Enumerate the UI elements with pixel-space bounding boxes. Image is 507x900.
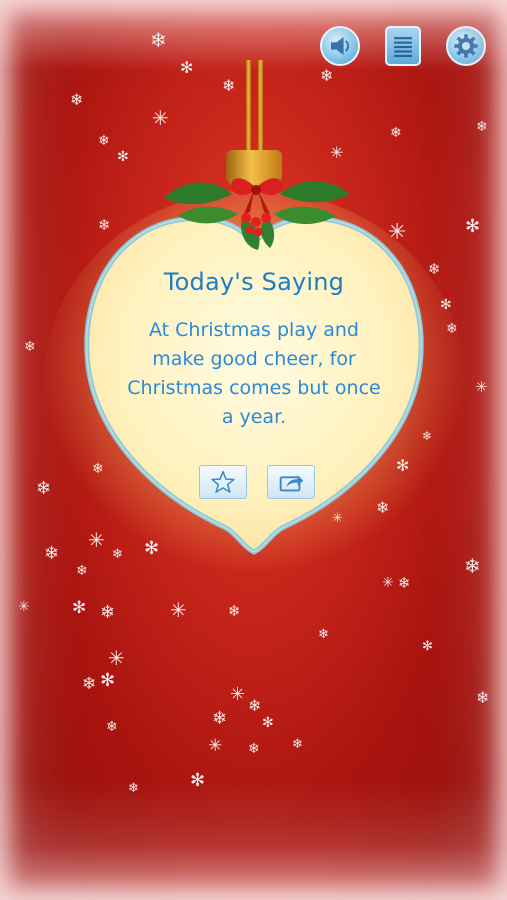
snowflake-icon: ❄ [76, 563, 88, 579]
sound-button[interactable] [320, 26, 360, 66]
snowflake-icon: ❄ [248, 696, 262, 715]
snowflake-icon: ✳ [230, 684, 246, 705]
snowflake-icon: ❄ [70, 90, 84, 109]
snowflake-icon: ✻ [262, 715, 274, 731]
settings-button[interactable] [446, 26, 486, 66]
snowflake-icon: ✻ [180, 58, 194, 77]
snowflake-icon: ❄ [320, 66, 334, 85]
snowflake-icon: ❄ [446, 321, 458, 337]
snowflake-icon: ✳ [208, 736, 223, 756]
snowflake-icon: ❄ [106, 719, 118, 735]
snowflake-icon: ❄ [318, 627, 329, 642]
snowflake-icon: ❄ [222, 76, 236, 95]
snowflake-icon: ❄ [292, 737, 303, 752]
snowflake-icon: ✻ [100, 670, 116, 691]
frost-bottom-edge [0, 780, 507, 900]
card-title: Today's Saying [163, 268, 345, 296]
snowflake-icon: ✻ [190, 770, 206, 791]
snowflake-icon: ❄ [398, 574, 411, 592]
snowflake-icon: ❄ [476, 688, 490, 707]
snowflake-icon: ❄ [128, 781, 139, 796]
snowflake-icon: ✻ [422, 639, 433, 654]
snowflake-icon: ❄ [228, 602, 241, 620]
snowflake-icon: ❄ [100, 602, 116, 623]
frost-top-edge [0, 0, 507, 70]
snowflake-icon: ✻ [117, 149, 129, 165]
snowflake-icon: ✳ [152, 106, 169, 130]
snowflake-icon: ❄ [476, 119, 488, 135]
sayings-list-button[interactable] [385, 26, 421, 66]
snowflake-icon: ❄ [82, 674, 97, 694]
snowflake-icon: ❄ [36, 478, 52, 499]
snowflake-icon: ❄ [24, 339, 36, 355]
snowflake-icon: ❄ [44, 543, 60, 564]
snowflake-icon: ❄ [98, 133, 110, 149]
snowflake-icon: ✳ [18, 599, 30, 615]
snowflake-icon: ❄ [428, 260, 441, 278]
app-screen: ❄ ✻ ❄ ✳ ❄ ✻ ❄ ✳ ❄ ❄ ✻ ✳ ❄ ❄ ✻ ❄ ✳ ❄ ❄ ✻ … [0, 0, 507, 900]
snowflake-icon: ❄ [464, 554, 481, 578]
snowflake-icon: ✳ [475, 378, 488, 396]
saying-text: At Christmas play and make good cheer, f… [127, 319, 381, 428]
snowflake-icon: ✳ [108, 646, 125, 670]
favorite-button[interactable] [199, 465, 247, 499]
snowflake-icon: ✻ [440, 297, 452, 313]
snowflake-icon: ❄ [150, 28, 167, 52]
snowflake-icon: ❄ [248, 741, 260, 757]
share-button[interactable] [267, 465, 315, 499]
snowflake-icon: ✻ [72, 598, 87, 618]
snowflake-icon: ✻ [465, 216, 481, 237]
snowflake-icon: ✳ [382, 575, 394, 591]
snowflake-icon: ❄ [212, 708, 228, 729]
holly-decoration [158, 158, 354, 250]
snowflake-icon: ❄ [390, 125, 402, 141]
snowflake-icon: ✳ [170, 598, 187, 622]
